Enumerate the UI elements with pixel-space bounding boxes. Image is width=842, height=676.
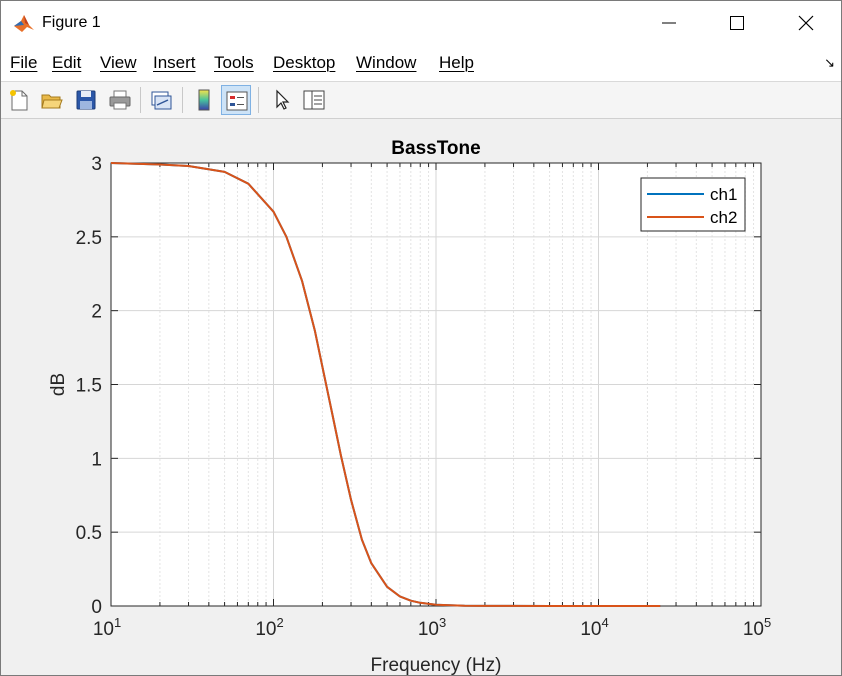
menu-view[interactable]: View	[100, 53, 137, 73]
menu-file[interactable]: File	[10, 53, 37, 73]
legend-icon	[226, 91, 248, 111]
link-plot-button[interactable]	[146, 85, 176, 115]
print-icon	[109, 90, 131, 110]
property-inspector-icon	[303, 90, 325, 110]
property-inspector-button[interactable]	[299, 85, 329, 115]
open-file-button[interactable]	[37, 85, 67, 115]
menu-bar: File Edit View Insert Tools Desktop Wind…	[1, 45, 841, 82]
insert-legend-button[interactable]	[221, 85, 251, 115]
x-tick-label: 101	[93, 615, 121, 640]
axes-plot[interactable]: 101 102 103 104 105 0 0.5 1 1.5 2 2.5 3 BassTone Fr…	[1, 119, 841, 675]
x-tick-label: 103	[418, 615, 446, 640]
y-tick-label: 2	[91, 302, 102, 323]
figure-window: Figure 1 File Edit View Insert Tools Des…	[0, 0, 842, 676]
y-axis-label: dB	[48, 373, 69, 396]
new-figure-button[interactable]	[4, 85, 34, 115]
window-title: Figure 1	[42, 14, 101, 31]
x-tick-label: 102	[255, 615, 283, 640]
menu-window[interactable]: Window	[356, 53, 416, 73]
print-figure-button[interactable]	[105, 85, 135, 115]
y-tick-label: 0.5	[76, 523, 102, 544]
minimize-button[interactable]	[634, 1, 704, 45]
maximize-icon	[730, 16, 744, 30]
legend[interactable]: ch1ch2	[640, 177, 746, 232]
save-icon	[76, 90, 96, 110]
menu-tools[interactable]: Tools	[214, 53, 254, 73]
minimize-icon	[662, 22, 676, 24]
close-icon	[798, 15, 814, 31]
legend-label-ch1: ch1	[710, 185, 737, 204]
x-tick-label: 104	[580, 615, 608, 640]
new-file-icon	[10, 90, 28, 111]
link-plot-icon	[151, 91, 172, 110]
toolbar-separator	[140, 87, 141, 113]
maximize-button[interactable]	[702, 1, 772, 45]
x-axis-label: Frequency (Hz)	[371, 655, 502, 675]
figure-toolbar	[1, 82, 841, 119]
title-bar[interactable]: Figure 1	[1, 1, 841, 45]
menu-desktop[interactable]: Desktop	[273, 53, 335, 73]
matlab-logo-icon	[13, 12, 35, 34]
figure-canvas[interactable]: 101 102 103 104 105 0 0.5 1 1.5 2 2.5 3 BassTone Fr…	[1, 119, 841, 675]
colorbar-icon	[198, 89, 210, 111]
y-tick-label: 3	[91, 154, 102, 175]
toolbar-separator	[258, 87, 259, 113]
menu-insert[interactable]: Insert	[153, 53, 196, 73]
y-tick-label: 2.5	[76, 228, 102, 249]
pointer-arrow-icon	[276, 89, 290, 110]
y-tick-label: 0	[91, 597, 102, 618]
chart-title: BassTone	[391, 138, 480, 159]
open-folder-icon	[41, 94, 63, 109]
x-tick-label: 105	[743, 615, 771, 640]
menu-help[interactable]: Help	[439, 53, 474, 73]
dock-arrow-icon[interactable]: ↘	[824, 55, 835, 71]
y-tick-label: 1	[91, 449, 102, 470]
legend-label-ch2: ch2	[710, 208, 737, 227]
menu-edit[interactable]: Edit	[52, 53, 81, 73]
edit-plot-button[interactable]	[267, 85, 297, 115]
y-tick-label: 1.5	[76, 376, 102, 397]
insert-colorbar-button[interactable]	[189, 85, 219, 115]
toolbar-separator	[182, 87, 183, 113]
save-figure-button[interactable]	[71, 85, 101, 115]
close-button[interactable]	[771, 1, 841, 45]
